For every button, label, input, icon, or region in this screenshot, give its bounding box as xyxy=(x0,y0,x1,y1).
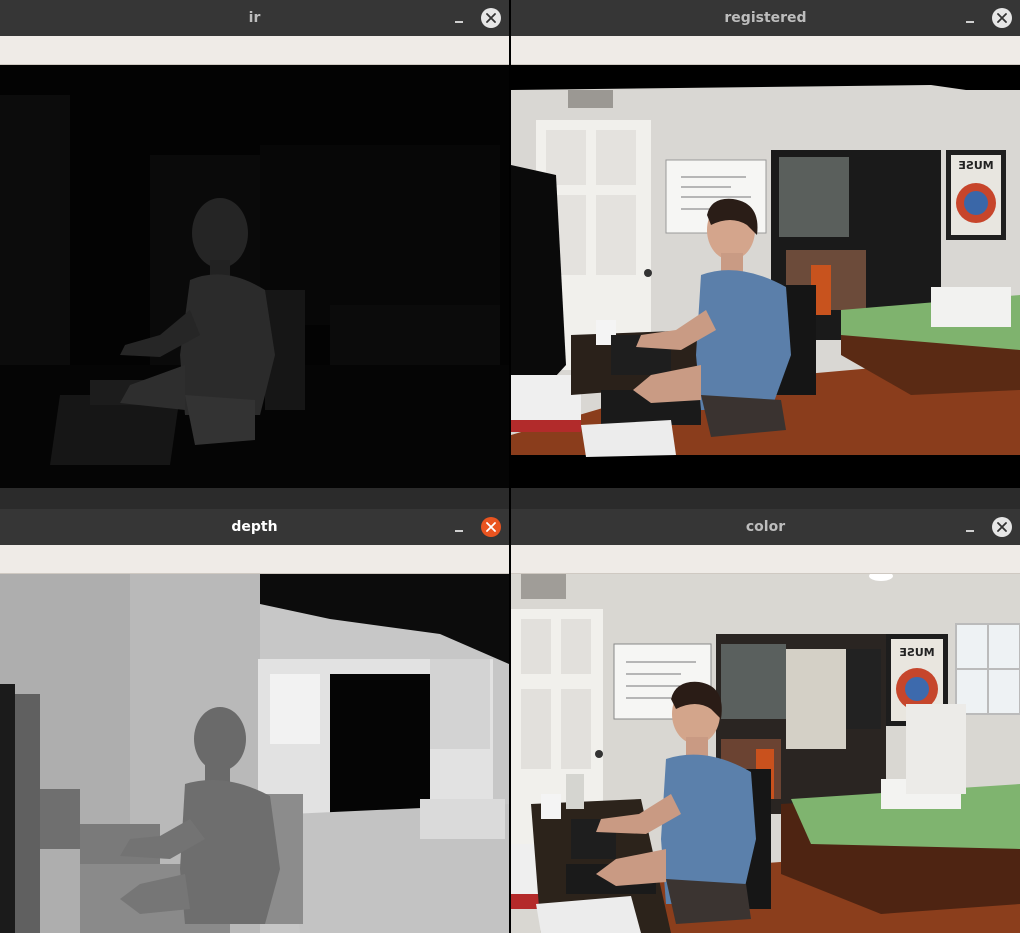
minimize-icon[interactable] xyxy=(962,519,978,535)
window-depth: depth xyxy=(0,509,509,933)
poster-text: MUSE xyxy=(899,646,934,659)
close-icon[interactable] xyxy=(481,517,501,537)
titlebar-color[interactable]: color xyxy=(511,509,1020,545)
minimize-icon[interactable] xyxy=(451,519,467,535)
toolbar-color xyxy=(511,545,1020,574)
poster-text: MUSE xyxy=(958,159,993,172)
window-title-ir: ir xyxy=(248,10,261,26)
depth-image xyxy=(0,574,509,933)
close-icon[interactable] xyxy=(992,8,1012,28)
color-image: MUSE xyxy=(511,574,1020,933)
window-registered: registered MUSE xyxy=(511,0,1020,488)
ir-image xyxy=(0,65,509,488)
minimize-icon[interactable] xyxy=(451,10,467,26)
window-title-registered: registered xyxy=(724,10,807,26)
titlebar-registered[interactable]: registered xyxy=(511,0,1020,36)
window-color: color MUSE xyxy=(511,509,1020,933)
toolbar-registered xyxy=(511,36,1020,65)
registered-image: MUSE xyxy=(511,65,1020,488)
toolbar-depth xyxy=(0,545,509,574)
close-icon[interactable] xyxy=(481,8,501,28)
window-title-color: color xyxy=(745,519,786,535)
window-ir: ir xyxy=(0,0,509,488)
titlebar-depth[interactable]: depth xyxy=(0,509,509,545)
toolbar-ir xyxy=(0,36,509,65)
window-divider xyxy=(509,0,511,933)
minimize-icon[interactable] xyxy=(962,10,978,26)
window-title-depth: depth xyxy=(231,519,278,535)
titlebar-ir[interactable]: ir xyxy=(0,0,509,36)
close-icon[interactable] xyxy=(992,517,1012,537)
